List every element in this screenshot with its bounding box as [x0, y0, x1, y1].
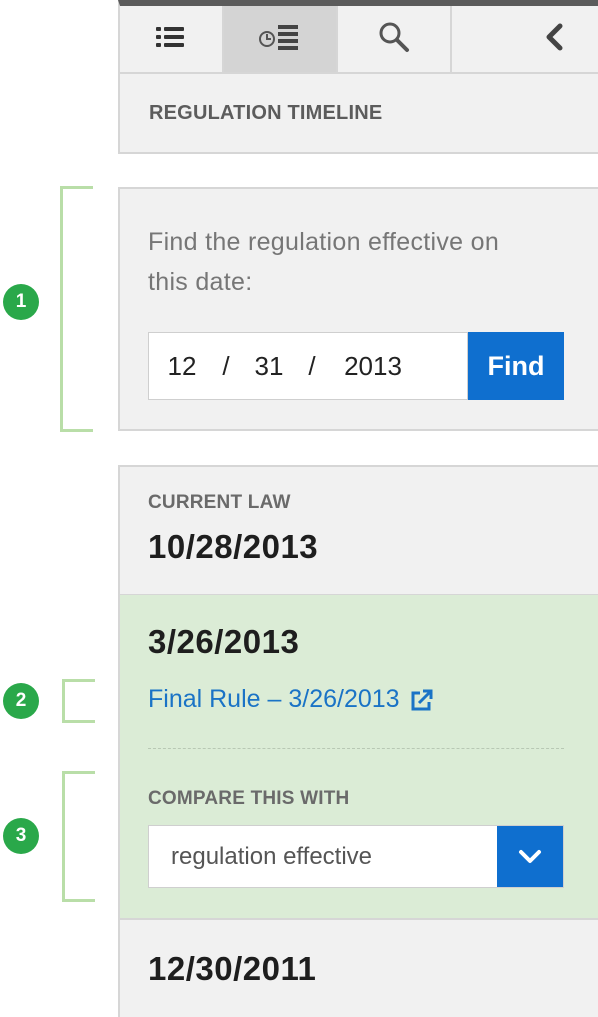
older-version-date[interactable]: 12/30/2011 — [148, 950, 316, 988]
month-field[interactable]: 12 — [149, 351, 215, 382]
date-input[interactable]: 12 / 31 / 2013 — [148, 332, 468, 400]
compare-select-value: regulation effective — [171, 843, 373, 870]
external-link-icon — [410, 688, 434, 712]
find-button[interactable]: Find — [468, 332, 564, 400]
selected-version-date: 3/26/2013 — [148, 623, 300, 660]
panel-header: REGULATION TIMELINE — [118, 74, 598, 154]
list-icon — [154, 25, 188, 54]
date-separator: / — [308, 350, 316, 381]
current-law-date[interactable]: 10/28/2013 — [148, 528, 318, 566]
timeline-icon — [258, 23, 302, 56]
search-icon — [377, 20, 411, 59]
tab-search[interactable] — [338, 6, 452, 72]
year-field[interactable]: 2013 — [323, 351, 423, 382]
final-rule-link-label[interactable]: Final Rule – 3/26/2013 — [148, 685, 400, 714]
tab-table-of-contents[interactable] — [120, 6, 224, 72]
annotation-badge-2: 2 — [3, 683, 39, 719]
panel-title: REGULATION TIMELINE — [149, 101, 383, 124]
day-field[interactable]: 31 — [237, 351, 301, 382]
annotation-badge-3: 3 — [3, 818, 39, 854]
compare-label: COMPARE THIS WITH — [148, 788, 350, 809]
annotation-bracket-3 — [62, 771, 95, 902]
annotation-badge-1: 1 — [3, 284, 39, 320]
find-prompt-line-1: Find the regulation effective on — [148, 228, 500, 256]
annotation-bracket-2 — [62, 679, 95, 723]
chevron-down-icon[interactable] — [497, 826, 563, 887]
compare-select[interactable]: regulation effective — [148, 825, 564, 888]
final-rule-link[interactable]: Final Rule – 3/26/2013 — [148, 685, 434, 714]
find-prompt: Find the regulation effective on this da… — [148, 222, 568, 302]
chevron-left-icon — [544, 23, 564, 56]
section-divider — [148, 748, 564, 749]
current-law-label: CURRENT LAW — [148, 492, 291, 513]
panel-toolbar — [118, 0, 598, 74]
annotation-bracket-1 — [60, 186, 93, 432]
tab-timeline[interactable] — [224, 6, 338, 72]
find-prompt-line-2: this date: — [148, 268, 253, 296]
date-separator: / — [222, 350, 230, 381]
collapse-panel-button[interactable] — [452, 6, 598, 72]
